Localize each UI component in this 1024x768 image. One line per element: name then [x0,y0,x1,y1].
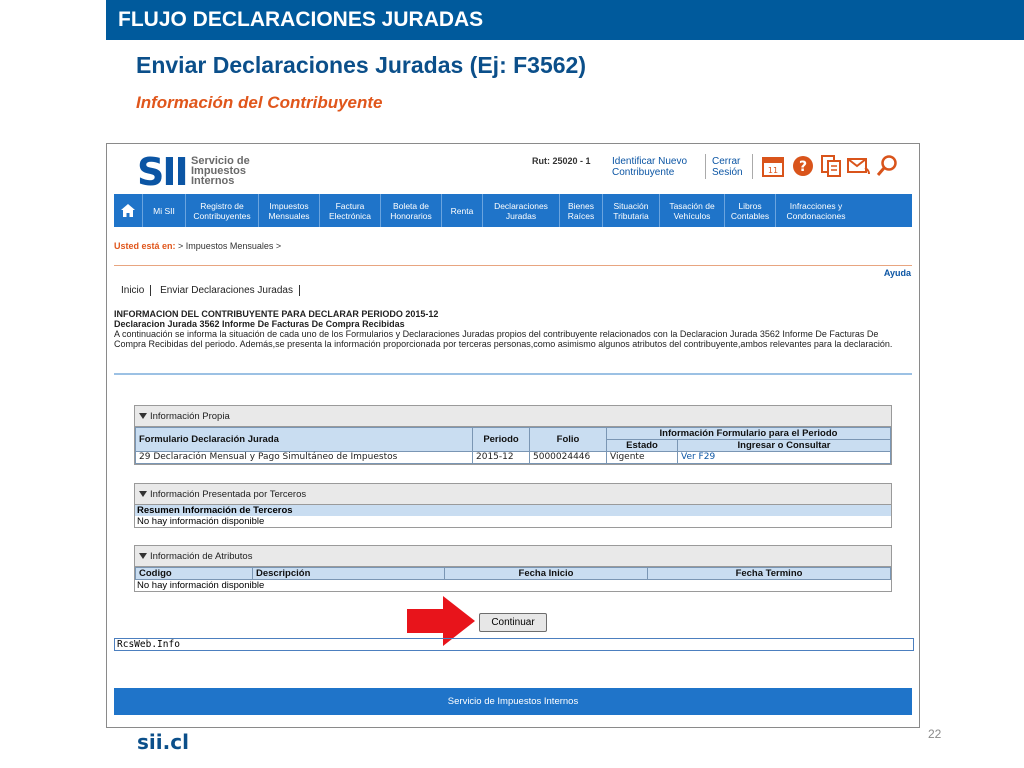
site-footer: Servicio de Impuestos Internos [114,688,912,715]
panel-header[interactable]: Información Propia [135,406,891,427]
section-divider [114,373,912,375]
home-icon[interactable] [114,194,143,227]
cell-estado: Vigente [606,451,678,464]
col-ingresar: Ingresar o Consultar [677,439,891,452]
footer-text: Servicio de Impuestos Internos [447,696,579,707]
breadcrumb-divider [114,265,912,266]
info-block: INFORMACION DEL CONTRIBUYENTE PARA DECLA… [114,309,912,349]
info-body: A continuación se informa la situación d… [114,329,893,349]
cell-periodo: 2015-12 [472,451,530,464]
cell-formulario: 29 Declaración Mensual y Pago Simultáneo… [135,451,473,464]
panel-informacion-propia: Información Propia Formulario Declaració… [134,405,892,465]
col-info-group: Información Formulario para el Periodo [606,427,891,440]
nav-registro-contribuyentes[interactable]: Registro de Contribuyentes [186,194,259,227]
ver-f29-link[interactable]: Ver F29 [677,451,891,464]
third-party-empty: No hay información disponible [137,516,265,527]
col-folio: Folio [529,427,607,452]
panel-informacion-terceros: Información Presentada por Terceros Resu… [134,483,892,528]
tab-enviar-declaraciones[interactable]: Enviar Declaraciones Juradas [156,285,297,296]
logo-mark: SII [137,150,189,194]
nav-impuestos-mensuales[interactable]: Impuestos Mensuales [259,194,320,227]
header-divider [705,154,706,179]
page-number: 22 [928,727,942,741]
slide-title: Enviar Declaraciones Juradas (Ej: F3562) [136,52,586,78]
rut-label: Rut: 25020 - 1 [532,156,591,166]
table-row: 29 Declaración Mensual y Pago Simultáneo… [135,451,891,464]
banner-text: FLUJO DECLARACIONES JURADAS [118,8,484,31]
collapse-triangle-icon[interactable] [139,553,147,559]
panel-informacion-atributos: Información de Atributos Codigo Descripc… [134,545,892,592]
col-formulario: Formulario Declaración Jurada [135,427,473,452]
logout-link[interactable]: Cerrar Sesión [712,156,743,178]
header-divider [752,154,753,179]
col-fecha-inicio: Fecha Inicio [444,567,648,580]
col-fecha-termino: Fecha Termino [647,567,891,580]
logo-text: Servicio de Impuestos Internos [191,155,250,187]
main-nav: Mi SII Registro de Contribuyentes Impues… [114,194,912,227]
nav-boleta-honorarios[interactable]: Boleta de Honorarios [381,194,442,227]
browser-screenshot: SII Servicio de Impuestos Internos Rut: … [106,143,920,728]
attributes-table: Codigo Descripción Fecha Inicio Fecha Te… [135,567,891,580]
svg-text:?: ? [799,159,807,175]
nav-libros-contables[interactable]: Libros Contables [725,194,776,227]
col-descripcion: Descripción [252,567,445,580]
breadcrumb: Usted está en: > Impuestos Mensuales > [114,241,281,251]
svg-text:11: 11 [768,166,778,175]
mail-icon[interactable] [847,154,871,178]
slide-banner: FLUJO DECLARACIONES JURADAS [106,0,1024,40]
nav-mi-sii[interactable]: Mi SII [143,194,186,227]
tab-inicio[interactable]: Inicio [117,285,148,296]
tab-divider [150,285,152,296]
help-icon[interactable]: ? [791,154,815,178]
breadcrumb-prefix: Usted está en: [114,241,176,251]
nav-declaraciones-juradas[interactable]: Declaraciones Juradas [483,194,560,227]
sub-tabs: Inicio Enviar Declaraciones Juradas [117,285,302,296]
nav-tasacion-vehiculos[interactable]: Tasación de Vehículos [660,194,725,227]
nav-situacion-tributaria[interactable]: Situación Tributaria [603,194,660,227]
own-info-table: Formulario Declaración Jurada Periodo Fo… [135,427,891,464]
sii-cl-brand: sii.cl [137,730,189,754]
identify-new-taxpayer-link[interactable]: Identificar Nuevo Contribuyente [612,156,687,178]
cell-folio: 5000024446 [529,451,607,464]
documents-icon[interactable] [819,154,843,178]
nav-bienes-raices[interactable]: Bienes Raíces [560,194,603,227]
panel-header[interactable]: Información de Atributos [135,546,891,567]
slide-subtitle: Información del Contribuyente [136,93,383,112]
col-estado: Estado [606,439,678,452]
attributes-empty: No hay información disponible [137,580,265,591]
search-icon[interactable] [875,154,899,178]
nav-renta[interactable]: Renta [442,194,483,227]
breadcrumb-path[interactable]: > Impuestos Mensuales > [178,241,281,251]
panel-header[interactable]: Información Presentada por Terceros [135,484,891,505]
collapse-triangle-icon[interactable] [139,413,147,419]
rcs-info-bar: RcsWeb.Info [114,638,914,651]
info-heading: INFORMACION DEL CONTRIBUYENTE PARA DECLA… [114,309,439,319]
continue-button[interactable]: Continuar [479,613,547,632]
col-codigo: Codigo [135,567,253,580]
tab-divider [298,285,300,296]
col-periodo: Periodo [472,427,530,452]
third-party-summary-heading: Resumen Información de Terceros [135,505,891,516]
info-subheading: Declaracion Jurada 3562 Informe De Factu… [114,319,405,329]
calendar-icon[interactable]: 11 [761,154,785,178]
nav-factura-electronica[interactable]: Factura Electrónica [320,194,381,227]
help-link[interactable]: Ayuda [884,268,911,278]
collapse-triangle-icon[interactable] [139,491,147,497]
nav-infracciones-condonaciones[interactable]: Infracciones y Condonaciones [776,194,856,227]
